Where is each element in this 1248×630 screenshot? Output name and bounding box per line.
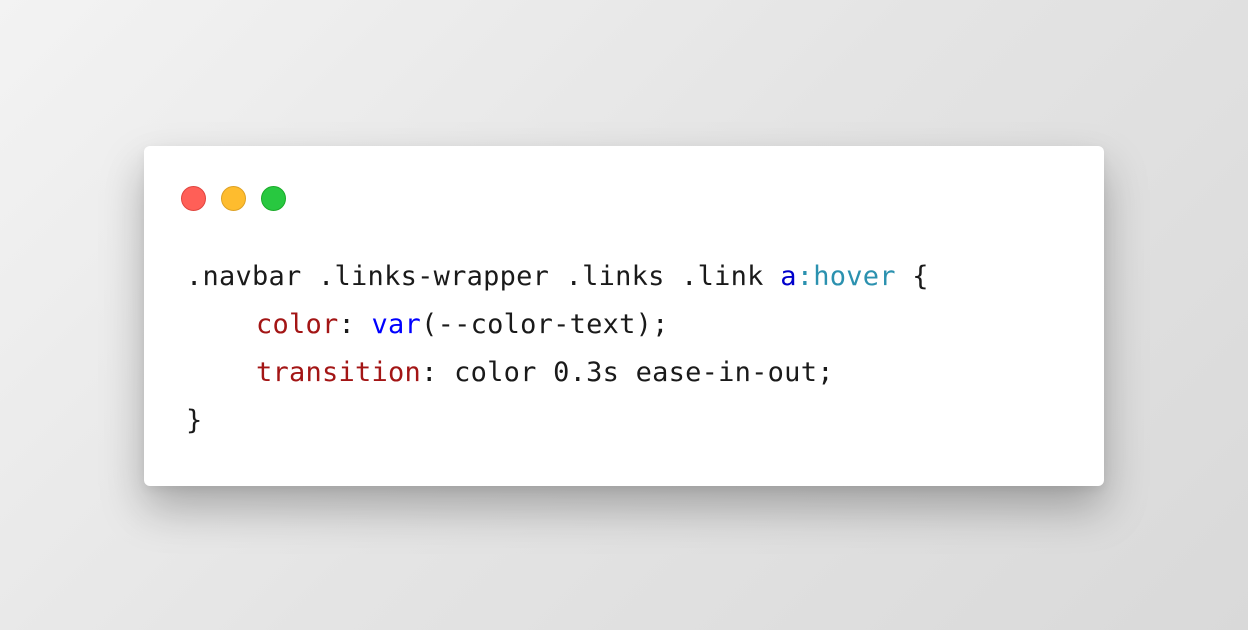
minimize-dot-icon[interactable]	[221, 186, 246, 211]
open-brace: {	[895, 261, 929, 292]
code-line-3: transition: color 0.3s ease-in-out;	[186, 349, 929, 397]
css-value-transition: color 0.3s ease-in-out;	[454, 357, 834, 388]
close-dot-icon[interactable]	[181, 186, 206, 211]
css-function-var: var	[371, 309, 422, 340]
maximize-dot-icon[interactable]	[261, 186, 286, 211]
code-line-1: .navbar .links-wrapper .links .link a:ho…	[186, 253, 929, 301]
colon: :	[338, 309, 372, 340]
css-selector-pseudo: :hover	[796, 261, 896, 292]
css-property-color: color	[256, 309, 339, 340]
close-brace: }	[186, 405, 203, 436]
css-property-transition: transition	[256, 357, 422, 388]
colon: :	[421, 357, 455, 388]
code-line-2: color: var(--color-text);	[186, 301, 929, 349]
code-block: .navbar .links-wrapper .links .link a:ho…	[186, 253, 929, 445]
code-line-4: }	[186, 397, 929, 445]
css-function-args: (--color-text);	[421, 309, 669, 340]
code-window: .navbar .links-wrapper .links .link a:ho…	[144, 146, 1104, 486]
css-selector-tag: a	[780, 261, 797, 292]
window-controls	[181, 186, 286, 211]
css-selector: .navbar .links-wrapper .links .link	[186, 261, 781, 292]
